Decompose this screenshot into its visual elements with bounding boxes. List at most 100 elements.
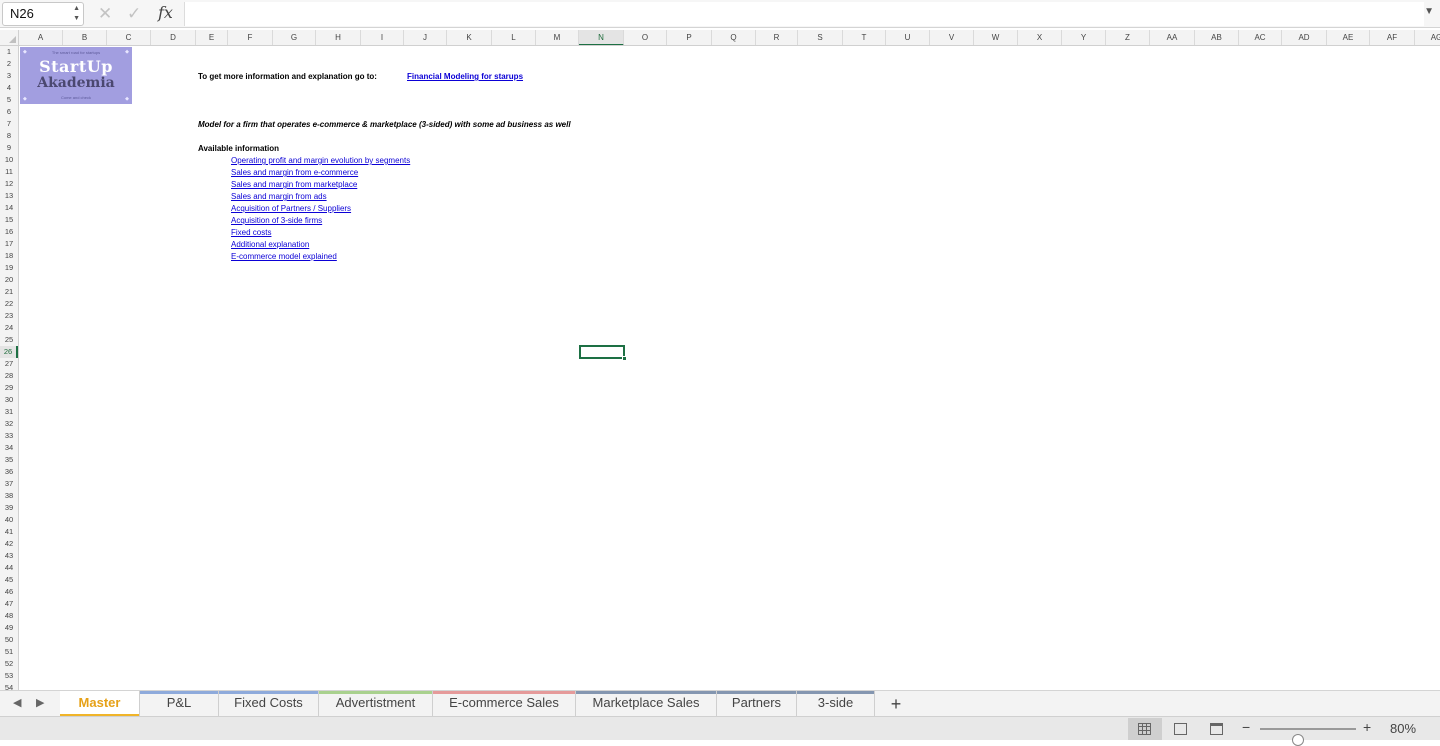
row-header-4[interactable]: 4 xyxy=(0,82,18,94)
row-header-39[interactable]: 39 xyxy=(0,502,18,514)
row-header-40[interactable]: 40 xyxy=(0,514,18,526)
row-header-19[interactable]: 19 xyxy=(0,262,18,274)
fx-icon[interactable]: fx xyxy=(158,3,173,22)
row-header-23[interactable]: 23 xyxy=(0,310,18,322)
link-ads-sales[interactable]: Sales and margin from ads xyxy=(231,191,327,203)
row-header-41[interactable]: 41 xyxy=(0,526,18,538)
sheet-tab-partners[interactable]: Partners xyxy=(717,691,797,716)
sheet-tab-master[interactable]: Master xyxy=(60,691,140,716)
row-header-28[interactable]: 28 xyxy=(0,370,18,382)
row-header-1[interactable]: 1 xyxy=(0,46,18,58)
column-header-u[interactable]: U xyxy=(886,30,930,45)
row-header-21[interactable]: 21 xyxy=(0,286,18,298)
normal-view-button[interactable] xyxy=(1128,718,1162,740)
fill-handle[interactable] xyxy=(622,356,627,361)
row-header-45[interactable]: 45 xyxy=(0,574,18,586)
row-header-8[interactable]: 8 xyxy=(0,130,18,142)
row-header-33[interactable]: 33 xyxy=(0,430,18,442)
scroll-tabs-left-icon[interactable]: ◀ xyxy=(13,696,21,709)
link-3side-acquisition[interactable]: Acquisition of 3-side firms xyxy=(231,215,322,227)
row-header-42[interactable]: 42 xyxy=(0,538,18,550)
link-operating-profit[interactable]: Operating profit and margin evolution by… xyxy=(231,155,410,167)
row-header-10[interactable]: 10 xyxy=(0,154,18,166)
row-header-54[interactable]: 54 xyxy=(0,682,18,690)
column-header-m[interactable]: M xyxy=(536,30,579,45)
row-header-2[interactable]: 2 xyxy=(0,58,18,70)
column-header-o[interactable]: O xyxy=(624,30,667,45)
column-header-af[interactable]: AF xyxy=(1370,30,1415,45)
zoom-slider-thumb[interactable] xyxy=(1292,734,1305,746)
row-header-47[interactable]: 47 xyxy=(0,598,18,610)
row-header-24[interactable]: 24 xyxy=(0,322,18,334)
column-header-z[interactable]: Z xyxy=(1106,30,1150,45)
name-box[interactable]: N26 ▲ ▼ xyxy=(2,2,84,26)
column-header-t[interactable]: T xyxy=(843,30,886,45)
row-header-16[interactable]: 16 xyxy=(0,226,18,238)
row-header-22[interactable]: 22 xyxy=(0,298,18,310)
worksheet[interactable]: The smart road for startups ◆ ◆ StartUp … xyxy=(19,46,1440,690)
check-icon[interactable]: ✓ xyxy=(127,4,141,24)
row-header-35[interactable]: 35 xyxy=(0,454,18,466)
zoom-level[interactable]: 80% xyxy=(1390,721,1416,736)
column-header-q[interactable]: Q xyxy=(712,30,756,45)
row-header-48[interactable]: 48 xyxy=(0,610,18,622)
column-header-a[interactable]: A xyxy=(19,30,63,45)
column-header-e[interactable]: E xyxy=(196,30,228,45)
row-header-3[interactable]: 3 xyxy=(0,70,18,82)
column-header-j[interactable]: J xyxy=(404,30,447,45)
row-header-18[interactable]: 18 xyxy=(0,250,18,262)
row-header-46[interactable]: 46 xyxy=(0,586,18,598)
column-header-g[interactable]: G xyxy=(273,30,316,45)
row-header-52[interactable]: 52 xyxy=(0,658,18,670)
row-header-13[interactable]: 13 xyxy=(0,190,18,202)
sheet-tab-fixed-costs[interactable]: Fixed Costs xyxy=(219,691,319,716)
column-header-v[interactable]: V xyxy=(930,30,974,45)
chevron-down-icon[interactable]: ▼ xyxy=(1424,6,1434,17)
row-header-36[interactable]: 36 xyxy=(0,466,18,478)
row-header-53[interactable]: 53 xyxy=(0,670,18,682)
info-link[interactable]: Financial Modeling for starups xyxy=(407,71,523,83)
sheet-tab-marketplace-sales[interactable]: Marketplace Sales xyxy=(576,691,717,716)
row-header-25[interactable]: 25 xyxy=(0,334,18,346)
column-header-x[interactable]: X xyxy=(1018,30,1062,45)
row-header-27[interactable]: 27 xyxy=(0,358,18,370)
link-marketplace-sales[interactable]: Sales and margin from marketplace xyxy=(231,179,357,191)
zoom-slider[interactable] xyxy=(1260,728,1356,746)
page-layout-view-button[interactable] xyxy=(1164,718,1198,740)
link-fixed-costs[interactable]: Fixed costs xyxy=(231,227,271,239)
row-header-29[interactable]: 29 xyxy=(0,382,18,394)
scroll-tabs-right-icon[interactable]: ▶ xyxy=(36,696,44,709)
row-header-50[interactable]: 50 xyxy=(0,634,18,646)
row-header-34[interactable]: 34 xyxy=(0,442,18,454)
name-box-stepper-icon[interactable]: ▲ ▼ xyxy=(73,4,80,24)
column-header-r[interactable]: R xyxy=(756,30,798,45)
row-header-6[interactable]: 6 xyxy=(0,106,18,118)
column-header-ac[interactable]: AC xyxy=(1239,30,1282,45)
column-header-d[interactable]: D xyxy=(151,30,196,45)
row-header-5[interactable]: 5 xyxy=(0,94,18,106)
column-header-c[interactable]: C xyxy=(107,30,151,45)
column-header-ad[interactable]: AD xyxy=(1282,30,1327,45)
row-header-31[interactable]: 31 xyxy=(0,406,18,418)
sheet-tab-3-side[interactable]: 3-side xyxy=(797,691,875,716)
column-header-p[interactable]: P xyxy=(667,30,712,45)
row-header-12[interactable]: 12 xyxy=(0,178,18,190)
link-ecommerce-sales[interactable]: Sales and margin from e-commerce xyxy=(231,167,358,179)
column-header-w[interactable]: W xyxy=(974,30,1018,45)
selected-cell[interactable] xyxy=(579,345,627,361)
link-partners-acquisition[interactable]: Acquisition of Partners / Suppliers xyxy=(231,203,351,215)
row-header-14[interactable]: 14 xyxy=(0,202,18,214)
add-sheet-button[interactable]: + xyxy=(884,692,908,716)
sheet-tab-e-commerce-sales[interactable]: E-commerce Sales xyxy=(433,691,576,716)
select-all-corner[interactable] xyxy=(0,30,19,46)
row-header-17[interactable]: 17 xyxy=(0,238,18,250)
column-header-h[interactable]: H xyxy=(316,30,361,45)
row-header-49[interactable]: 49 xyxy=(0,622,18,634)
row-header-43[interactable]: 43 xyxy=(0,550,18,562)
row-header-20[interactable]: 20 xyxy=(0,274,18,286)
column-header-ag[interactable]: AG xyxy=(1415,30,1440,45)
row-header-26[interactable]: 26 xyxy=(0,346,18,358)
column-header-i[interactable]: I xyxy=(361,30,404,45)
row-header-32[interactable]: 32 xyxy=(0,418,18,430)
row-header-11[interactable]: 11 xyxy=(0,166,18,178)
